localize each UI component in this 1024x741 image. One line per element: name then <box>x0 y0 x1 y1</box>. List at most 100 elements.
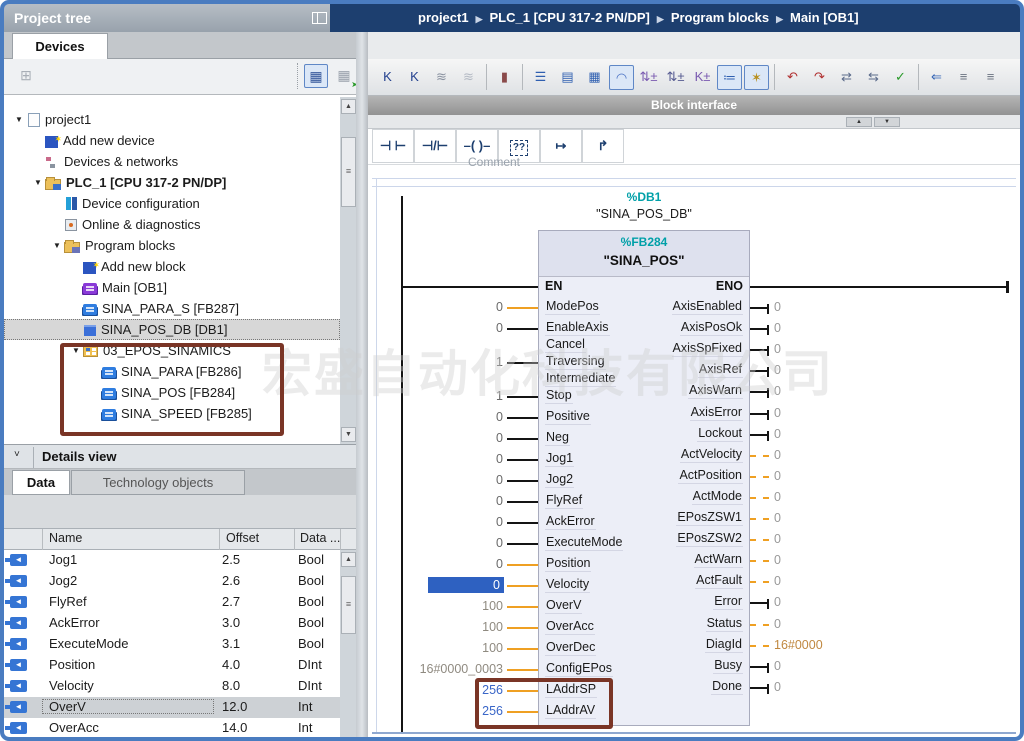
tree-item-add-new-device[interactable]: Add new device <box>4 130 340 151</box>
table-row-overacc[interactable]: ◄OverAcc14.0Int <box>4 718 340 737</box>
table-row-overv[interactable]: ◄OverV12.0Int <box>4 697 340 718</box>
breadcrumb[interactable]: project1▶PLC_1 [CPU 317-2 PN/DP]▶Program… <box>418 4 859 32</box>
table-row-ackerror[interactable]: ◄AckError3.0Bool <box>4 613 340 634</box>
table-row-position[interactable]: ◄Position4.0DInt <box>4 655 340 676</box>
details-view-header[interactable]: ˅ Details view <box>4 444 356 469</box>
network-comments-icon[interactable]: ◠ <box>609 65 634 90</box>
expand-networks-icon[interactable]: ☰ <box>528 65 553 90</box>
tree-item-sina-para-s-fb287[interactable]: SINA_PARA_S [FB287] <box>4 298 340 319</box>
fb-icon <box>102 409 116 420</box>
tree-item-main-ob1[interactable]: Main [OB1] <box>4 277 340 298</box>
column-datatype[interactable]: Data ... <box>300 531 340 545</box>
download-icon[interactable]: ⇆ <box>861 65 886 90</box>
go-to-previous-icon[interactable]: ⇐ <box>924 65 949 90</box>
toolbar-separator <box>297 63 298 89</box>
filter-tree-icon[interactable]: ⊞ <box>14 64 38 88</box>
nc-contact-button[interactable]: ⊣/⊢ <box>414 129 456 163</box>
tree-item-sina-para-fb286[interactable]: SINA_PARA [FB286] <box>4 361 340 382</box>
setpoints-icon[interactable]: ≡ <box>951 65 976 90</box>
split-panes-icon[interactable] <box>312 12 327 24</box>
cell-offset: 2.7 <box>222 594 240 609</box>
scroll-thumb[interactable]: ≡ <box>341 137 356 207</box>
lad-editor-canvas[interactable] <box>368 165 1020 737</box>
table-row-flyref[interactable]: ◄FlyRef2.7Bool <box>4 592 340 613</box>
toolbar-separator <box>522 64 523 90</box>
expand-arrow-icon[interactable]: ▼ <box>31 172 45 193</box>
keep-assignment-icon[interactable]: ▮ <box>492 65 517 90</box>
details-scrollbar[interactable]: ▲ ≡ <box>340 550 357 737</box>
tab-data[interactable]: Data <box>12 470 70 495</box>
tree-item-sina-pos-db-db1[interactable]: SINA_POS_DB [DB1] <box>4 319 340 340</box>
scroll-up-icon[interactable]: ▲ <box>341 552 356 567</box>
table-row-jog2[interactable]: ◄Jog22.6Bool <box>4 571 340 592</box>
undo-icon[interactable]: ↶ <box>780 65 805 90</box>
expand-arrow-icon[interactable]: ▼ <box>12 109 26 130</box>
block-interface-bar[interactable]: Block interface <box>368 96 1020 115</box>
tab-devices[interactable]: Devices <box>12 33 108 59</box>
cell-name: Jog2 <box>42 573 214 588</box>
scroll-down-icon[interactable]: ▼ <box>341 427 356 442</box>
delete-row-icon[interactable]: ≋ <box>456 65 481 90</box>
breadcrumb-item-plc-1-cpu-317-2-pn-dp[interactable]: PLC_1 [CPU 317-2 PN/DP] <box>490 10 650 25</box>
tree-item-program-blocks[interactable]: ▼Program blocks <box>4 235 340 256</box>
lad-instruction-toolbar: ⊣ ⊢⊣/⊢–( )–??↦↱ <box>368 129 1020 165</box>
tree-item-devices-networks[interactable]: Devices & networks <box>4 151 340 172</box>
operand-display-icon[interactable]: ≔ <box>717 65 742 90</box>
datatype-icon[interactable]: K± <box>690 65 715 90</box>
tree-item-device-configuration[interactable]: Device configuration <box>4 193 340 214</box>
fb-parameters-icon[interactable]: ⇅± <box>636 65 661 90</box>
splitter-down-icon[interactable]: ▼ <box>874 117 900 127</box>
consistency-check-icon[interactable]: ✓ <box>888 65 913 90</box>
scroll-up-icon[interactable]: ▲ <box>341 99 356 114</box>
insert-row-icon[interactable]: ≋ <box>429 65 454 90</box>
coil-button[interactable]: –( )– <box>456 129 498 163</box>
tree-item-online-diagnostics[interactable]: Online & diagnostics <box>4 214 340 235</box>
column-name[interactable]: Name <box>49 531 82 545</box>
chevron-down-icon[interactable]: ˅ <box>14 449 20 460</box>
tree-item-add-new-block[interactable]: Add new block <box>4 256 340 277</box>
breadcrumb-item-project1[interactable]: project1 <box>418 10 469 25</box>
tree-item-plc-1-cpu-317-2-pn-dp[interactable]: ▼ PLC_1 [CPU 317-2 PN/DP] <box>4 172 340 193</box>
upload-icon[interactable]: ⇄ <box>834 65 859 90</box>
tree-item-sina-speed-fb285[interactable]: SINA_SPEED [FB285] <box>4 403 340 424</box>
input-parameter-icon: ◄ <box>10 680 27 692</box>
open-branch-button[interactable]: ↦ <box>540 129 582 163</box>
toolbar-separator <box>774 64 775 90</box>
tree-item-project1[interactable]: ▼project1 <box>4 109 340 130</box>
input-parameter-icon: ◄ <box>10 617 27 629</box>
tab-technology-objects[interactable]: Technology objects <box>71 470 245 495</box>
tree-item-03-epos-sinamics[interactable]: ▼03_EPOS_SINAMICS <box>4 340 340 361</box>
insert-network-icon[interactable]: K <box>375 65 400 90</box>
favorites-icon[interactable]: ✶ <box>744 65 769 90</box>
open-in-editor-icon[interactable]: ▦ <box>332 64 356 88</box>
table-view-toggle-icon[interactable]: ▦ <box>304 64 328 88</box>
table-row-velocity[interactable]: ◄Velocity8.0DInt <box>4 676 340 697</box>
breadcrumb-item-main-ob1[interactable]: Main [OB1] <box>790 10 859 25</box>
collapse-networks-icon[interactable]: ▤ <box>555 65 580 90</box>
column-offset[interactable]: Offset <box>226 531 259 545</box>
fb-icon <box>102 367 116 378</box>
splitter-up-icon[interactable]: ▲ <box>846 117 872 127</box>
cell-datatype: Int <box>298 699 312 714</box>
no-contact-button[interactable]: ⊣ ⊢ <box>372 129 414 163</box>
tree-item-label: SINA_PARA [FB286] <box>116 361 241 382</box>
expand-arrow-icon[interactable]: ▼ <box>50 235 64 256</box>
redo-icon[interactable]: ↷ <box>807 65 832 90</box>
jump-label-icon[interactable]: ≡ <box>978 65 1003 90</box>
expand-arrow-icon[interactable]: ▼ <box>69 340 83 361</box>
fb-icon <box>83 304 97 315</box>
details-view-tabs: Data Technology objects <box>4 469 356 495</box>
breadcrumb-item-program-blocks[interactable]: Program blocks <box>671 10 769 25</box>
close-branch-button[interactable]: ↱ <box>582 129 624 163</box>
tree-item-label: PLC_1 [CPU 317-2 PN/DP] <box>61 172 226 193</box>
table-row-executemode[interactable]: ◄ExecuteMode3.1Bool <box>4 634 340 655</box>
multi-instance-icon[interactable]: ⇅± <box>663 65 688 90</box>
close-networks-icon[interactable]: ▦ <box>582 65 607 90</box>
empty-box-button[interactable]: ?? <box>498 129 540 163</box>
tree-item-sina-pos-fb284[interactable]: SINA_POS [FB284] <box>4 382 340 403</box>
panel-divider[interactable] <box>356 32 368 741</box>
tree-scrollbar[interactable]: ▲ ≡ ▼ <box>340 97 357 444</box>
scroll-thumb[interactable]: ≡ <box>341 576 356 634</box>
delete-network-icon[interactable]: K <box>402 65 427 90</box>
table-row-jog1[interactable]: ◄Jog12.5Bool <box>4 550 340 571</box>
